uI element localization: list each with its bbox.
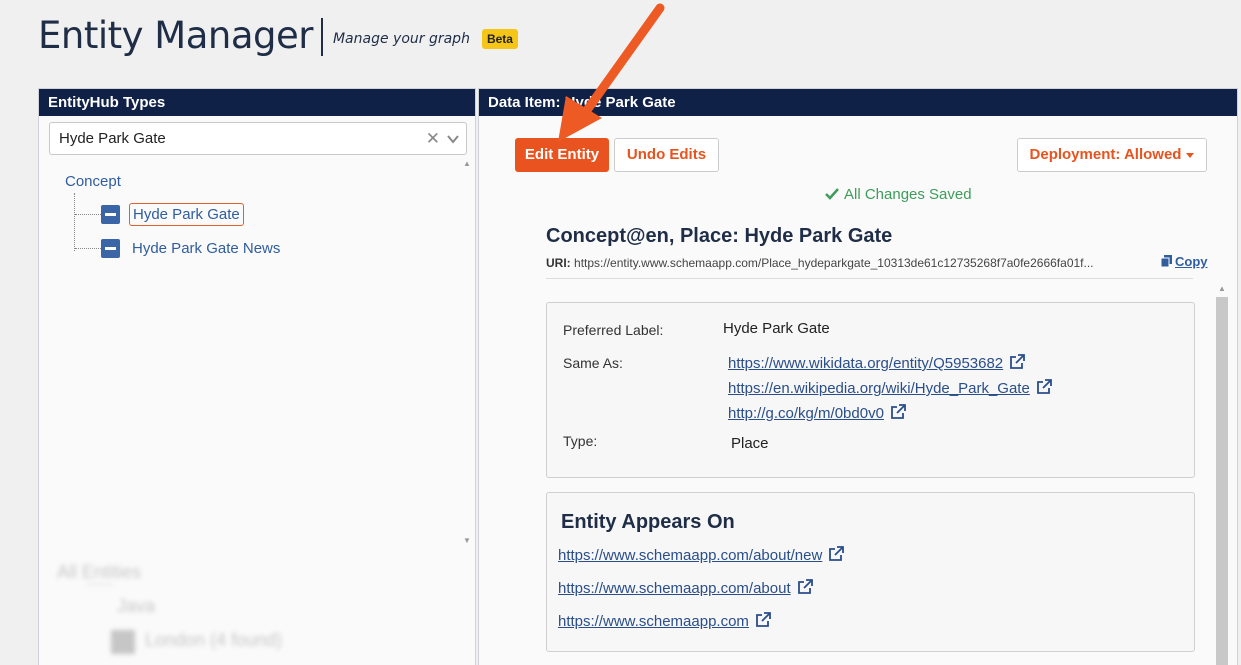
title-divider	[320, 17, 323, 56]
deployment-label: Deployment: Allowed	[1029, 146, 1182, 163]
divider	[546, 278, 1193, 279]
same-as-link[interactable]: http://g.co/kg/m/0bd0v0	[728, 404, 906, 422]
copy-label: Copy	[1175, 254, 1208, 269]
appears-on-link[interactable]: https://www.schemaapp.com/about/new	[558, 546, 845, 564]
tree-item-hyde-park-gate-news[interactable]: Hyde Park Gate News	[129, 238, 283, 259]
type-select-value: Hyde Park Gate	[59, 130, 166, 147]
close-icon[interactable]: ✕	[426, 123, 440, 154]
saved-status-text: All Changes Saved	[844, 186, 972, 203]
same-as-link-text[interactable]: https://en.wikipedia.org/wiki/Hyde_Park_…	[728, 380, 1030, 397]
tree-connector	[87, 584, 113, 585]
page-header: Entity Manager Manage your graph Beta	[38, 14, 518, 57]
external-link-icon[interactable]	[797, 579, 813, 595]
blurred-child: Java	[117, 596, 156, 616]
entity-uri: URI: https://entity.www.schemaapp.com/Pl…	[546, 256, 1094, 270]
data-item-panel: Data Item: Hyde Park Gate Edit Entity Un…	[478, 88, 1238, 665]
tree-item-hyde-park-gate[interactable]: Hyde Park Gate	[129, 203, 244, 226]
same-as-link-text[interactable]: http://g.co/kg/m/0bd0v0	[728, 405, 884, 422]
tree-connector	[74, 193, 75, 251]
external-link-icon[interactable]	[1036, 379, 1052, 395]
deployment-dropdown[interactable]: Deployment: Allowed	[1017, 138, 1207, 172]
appears-on-link-text[interactable]: https://www.schemaapp.com	[558, 613, 749, 630]
scrollbar[interactable]	[1216, 297, 1228, 665]
scroll-up-arrow[interactable]: ▲	[463, 159, 471, 168]
entity-details-card: Preferred Label: Hyde Park Gate Same As:…	[546, 302, 1195, 478]
type-value: Place	[731, 435, 769, 452]
expand-icon	[111, 630, 135, 654]
blurred-root: All Entities	[57, 562, 142, 582]
left-panel-title: EntityHub Types	[39, 89, 475, 116]
beta-badge: Beta	[481, 28, 518, 49]
uri-label: URI:	[546, 256, 571, 270]
copy-uri-button[interactable]: Copy	[1161, 254, 1208, 269]
same-as-link[interactable]: https://www.wikidata.org/entity/Q5953682	[728, 354, 1026, 372]
page-title: Entity Manager	[38, 14, 313, 57]
uri-value: https://entity.www.schemaapp.com/Place_h…	[574, 256, 1094, 270]
blurred-item: London (4 found)	[145, 630, 283, 650]
preferred-label-value: Hyde Park Gate	[723, 320, 830, 337]
preferred-label-key: Preferred Label:	[563, 322, 664, 338]
appears-on-link-text[interactable]: https://www.schemaapp.com/about	[558, 580, 791, 597]
type-key: Type:	[563, 433, 598, 449]
external-link-icon[interactable]	[1009, 354, 1026, 370]
page-subtitle: Manage your graph	[332, 30, 470, 47]
tree-connector	[75, 248, 101, 249]
appears-on-link[interactable]: https://www.schemaapp.com	[558, 612, 771, 630]
caret-down-icon	[1186, 152, 1195, 158]
type-select[interactable]: Hyde Park Gate ✕	[49, 122, 467, 155]
external-link-icon[interactable]	[828, 546, 845, 562]
entity-title: Concept@en, Place: Hyde Park Gate	[546, 225, 893, 247]
saved-status: All Changes Saved	[825, 186, 972, 203]
same-as-link-text[interactable]: https://www.wikidata.org/entity/Q5953682	[728, 355, 1003, 372]
tree-connector	[75, 214, 101, 215]
same-as-link[interactable]: https://en.wikipedia.org/wiki/Hyde_Park_…	[728, 379, 1052, 397]
blurred-tree: All Entities Java London (4 found)	[39, 554, 469, 665]
check-icon	[825, 188, 839, 200]
chevron-down-icon[interactable]	[446, 132, 460, 146]
undo-edits-button[interactable]: Undo Edits	[614, 138, 719, 172]
copy-icon	[1161, 255, 1172, 267]
external-link-icon[interactable]	[755, 612, 771, 628]
appears-on-title: Entity Appears On	[561, 511, 735, 533]
edit-entity-button[interactable]: Edit Entity	[515, 138, 609, 172]
external-link-icon[interactable]	[890, 404, 906, 420]
appears-on-link-text[interactable]: https://www.schemaapp.com/about/new	[558, 547, 822, 564]
scroll-down-arrow[interactable]: ▼	[463, 536, 471, 545]
scroll-up-arrow[interactable]: ▲	[1218, 284, 1226, 293]
tree-root-concept[interactable]: Concept	[65, 173, 121, 190]
appears-on-link[interactable]: https://www.schemaapp.com/about	[558, 579, 813, 597]
entityhub-types-panel: EntityHub Types Hyde Park Gate ✕ ▲ Conce…	[38, 88, 476, 665]
same-as-key: Same As:	[563, 355, 623, 371]
collapse-icon[interactable]	[101, 239, 120, 258]
entity-appears-on-card: Entity Appears On https://www.schemaapp.…	[546, 492, 1195, 652]
collapse-icon[interactable]	[101, 205, 120, 224]
right-panel-title: Data Item: Hyde Park Gate	[479, 89, 1237, 116]
